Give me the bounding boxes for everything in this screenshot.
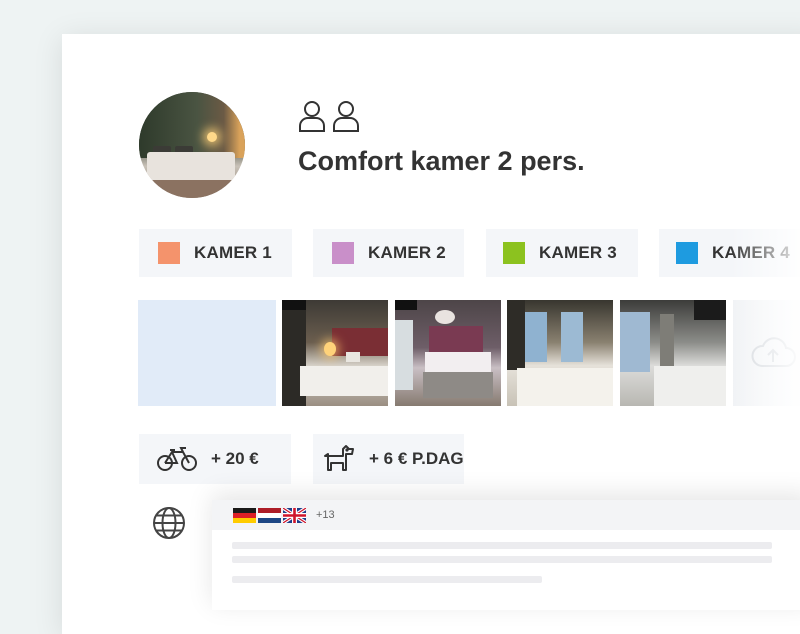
upload-photo-button[interactable] [733, 300, 800, 406]
addon-price: + 20 € [211, 449, 259, 468]
tab-kamer-2[interactable]: KAMER 2 [313, 229, 464, 277]
room-avatar[interactable] [139, 92, 245, 198]
addon-dog[interactable]: + 6 € P.DAG [313, 434, 464, 484]
text-placeholder-line [232, 576, 542, 583]
person-icon [333, 101, 359, 132]
flag-gb-icon[interactable] [283, 507, 306, 523]
room-photo[interactable] [395, 300, 501, 406]
room-photo[interactable] [507, 300, 613, 406]
person-icon [299, 101, 325, 132]
text-placeholder-line [232, 556, 772, 563]
tab-kamer-3[interactable]: KAMER 3 [486, 229, 638, 277]
color-swatch [158, 242, 180, 264]
room-photo[interactable] [620, 300, 726, 406]
language-flags-bar: +13 [212, 500, 800, 530]
tab-label: KAMER 4 [712, 243, 790, 262]
flag-de-icon[interactable] [233, 507, 256, 523]
addon-price: + 6 € P.DAG [369, 449, 464, 468]
room-photo[interactable] [282, 300, 388, 406]
color-swatch [332, 242, 354, 264]
globe-icon[interactable] [152, 506, 186, 540]
flag-nl-icon[interactable] [258, 507, 281, 523]
tab-label: KAMER 1 [194, 243, 272, 262]
bicycle-icon [157, 447, 197, 471]
tab-kamer-4[interactable]: KAMER 4 [659, 229, 800, 277]
tab-label: KAMER 3 [539, 243, 617, 262]
persons-indicator [298, 100, 360, 132]
dog-icon [324, 445, 354, 471]
room-title: Comfort kamer 2 pers. [298, 146, 585, 176]
color-swatch [503, 242, 525, 264]
photo-placeholder[interactable] [138, 300, 276, 406]
language-panel: +13 [212, 500, 800, 610]
addon-bicycle[interactable]: + 20 € [139, 434, 291, 484]
upload-cloud-icon [751, 337, 796, 367]
color-swatch [676, 242, 698, 264]
more-languages-count[interactable]: +13 [316, 509, 335, 521]
tab-label: KAMER 2 [368, 243, 446, 262]
tab-kamer-1[interactable]: KAMER 1 [139, 229, 292, 277]
text-placeholder-line [232, 542, 772, 549]
